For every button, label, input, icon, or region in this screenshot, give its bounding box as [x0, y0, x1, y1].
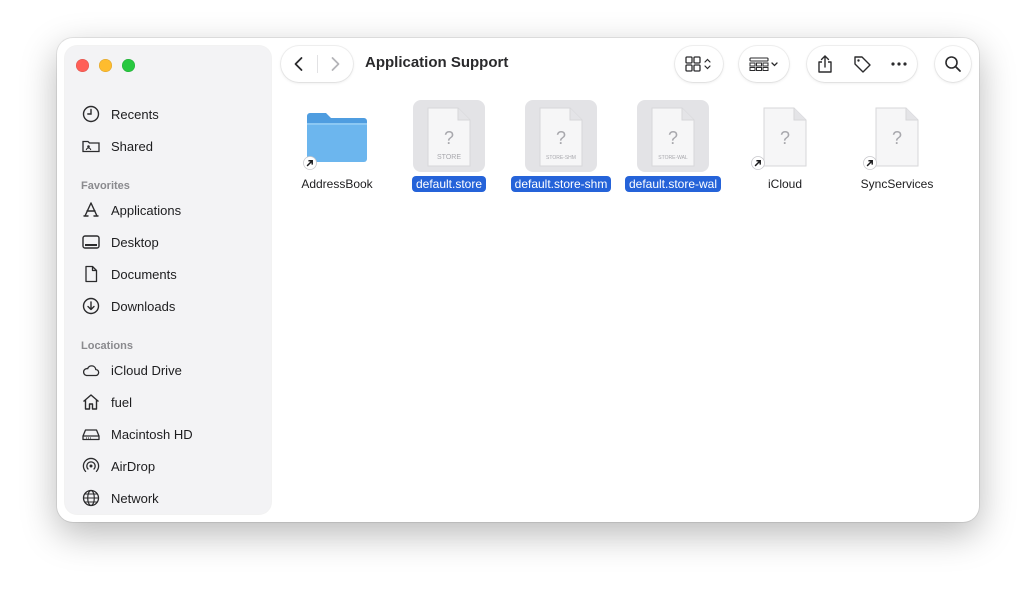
svg-text:STORE-WAL: STORE-WAL: [658, 155, 688, 161]
file-item-icloud[interactable]: ? iCloud: [729, 100, 841, 193]
icon-grid-view-icon: [685, 56, 711, 72]
file-item-default-store-shm[interactable]: ? STORE-SHM default.store-shm: [505, 100, 617, 193]
file-item-default-store-wal[interactable]: ? STORE-WAL default.store-wal: [617, 100, 729, 193]
file-name: iCloud: [767, 177, 803, 191]
view-mode-button[interactable]: [675, 46, 723, 82]
file-name: AddressBook: [301, 177, 373, 191]
sidebar-item-documents[interactable]: Documents: [81, 262, 261, 286]
alias-arrow-icon: [751, 156, 765, 170]
sidebar-item-label: Network: [111, 490, 159, 506]
alias-arrow-icon: [863, 156, 877, 170]
shared-folder-icon: [82, 140, 100, 153]
sidebar-item-airdrop[interactable]: AirDrop: [81, 454, 261, 478]
airdrop-icon: [82, 457, 100, 473]
finder-window: Recents Shared Favorites Applications De…: [57, 38, 979, 522]
forward-button[interactable]: [317, 46, 353, 82]
cloud-icon: [83, 365, 100, 377]
sidebar-item-downloads[interactable]: Downloads: [81, 294, 261, 318]
file-name: SyncServices: [860, 177, 934, 191]
sidebar-item-network[interactable]: Network: [81, 486, 261, 510]
sidebar-item-label: Recents: [111, 106, 159, 122]
sidebar-item-label: AirDrop: [111, 458, 156, 474]
home-icon: [83, 394, 99, 410]
sidebar-item-label: Documents: [111, 266, 177, 282]
svg-text:?: ?: [556, 128, 566, 148]
sidebar-item-label: Applications: [111, 202, 182, 218]
navigation-group: [281, 46, 353, 82]
disk-icon: [82, 429, 100, 441]
sidebar-item-label: Desktop: [111, 234, 159, 250]
locations-header: Locations: [81, 340, 133, 352]
group-by-icon: [749, 57, 778, 71]
clock-icon: [82, 105, 100, 123]
desktop-icon: [82, 235, 100, 249]
svg-text:?: ?: [668, 128, 678, 148]
favorites-header: Favorites: [81, 180, 130, 192]
file-item-addressbook[interactable]: AddressBook: [281, 100, 393, 193]
ellipsis-icon: [891, 62, 907, 66]
sidebar-item-recents[interactable]: Recents: [81, 102, 261, 126]
share-button[interactable]: [810, 49, 840, 79]
sidebar-item-shared[interactable]: Shared: [81, 134, 261, 158]
tags-button[interactable]: [847, 49, 877, 79]
sidebar: Recents Shared Favorites Applications De…: [65, 46, 271, 514]
unknown-document-icon: ? STORE-WAL: [651, 107, 695, 167]
file-name: default.store-shm: [510, 176, 612, 192]
search-button[interactable]: [935, 46, 971, 82]
tag-icon: [854, 56, 871, 73]
sidebar-item-label: Macintosh HD: [111, 426, 193, 442]
file-name: default.store: [411, 176, 487, 192]
actions-group: [807, 46, 917, 82]
svg-text:?: ?: [780, 128, 790, 148]
sidebar-item-label: fuel: [111, 394, 132, 410]
svg-text:?: ?: [444, 128, 454, 148]
file-icon-wrap: ? STORE-WAL: [637, 100, 709, 172]
chevron-right-icon: [331, 57, 340, 71]
document-icon: [85, 265, 98, 283]
share-icon: [818, 55, 833, 73]
file-item-default-store[interactable]: ? STORE default.store: [393, 100, 505, 193]
file-browser: AddressBook ? STORE default.store ? STOR…: [279, 94, 979, 522]
minimize-button[interactable]: [99, 59, 112, 72]
unknown-document-icon: ? STORE: [427, 107, 471, 167]
file-name: default.store-wal: [624, 176, 722, 192]
toolbar: Application Support: [279, 38, 979, 90]
applications-icon: [83, 202, 99, 217]
chevron-left-icon: [294, 57, 303, 71]
file-icon-wrap: ?: [861, 100, 933, 172]
window-title: Application Support: [365, 54, 509, 71]
search-icon: [945, 56, 961, 72]
file-item-syncservices[interactable]: ? SyncServices: [841, 100, 953, 193]
download-icon: [82, 297, 100, 315]
file-icon-wrap: ? STORE-SHM: [525, 100, 597, 172]
sidebar-item-fuel[interactable]: fuel: [81, 390, 261, 414]
svg-text:?: ?: [892, 128, 902, 148]
unknown-document-icon: ? STORE-SHM: [539, 107, 583, 167]
sidebar-item-label: Downloads: [111, 298, 176, 314]
sidebar-item-icloud-drive[interactable]: iCloud Drive: [81, 358, 261, 382]
sidebar-item-label: iCloud Drive: [111, 362, 182, 378]
back-button[interactable]: [281, 46, 317, 82]
sidebar-item-macintosh-hd[interactable]: Macintosh HD: [81, 422, 261, 446]
sidebar-item-label: Shared: [111, 138, 153, 154]
close-button[interactable]: [76, 59, 89, 72]
sidebar-item-desktop[interactable]: Desktop: [81, 230, 261, 254]
group-by-button[interactable]: [739, 46, 789, 82]
svg-text:STORE: STORE: [437, 154, 461, 161]
globe-icon: [82, 489, 100, 507]
file-icon-wrap: ?: [749, 100, 821, 172]
file-icon-wrap: [301, 100, 373, 172]
alias-arrow-icon: [303, 156, 317, 170]
zoom-button[interactable]: [122, 59, 135, 72]
file-icon-wrap: ? STORE: [413, 100, 485, 172]
svg-text:STORE-SHM: STORE-SHM: [546, 155, 576, 161]
sidebar-item-applications[interactable]: Applications: [81, 198, 261, 222]
more-button[interactable]: [884, 49, 914, 79]
